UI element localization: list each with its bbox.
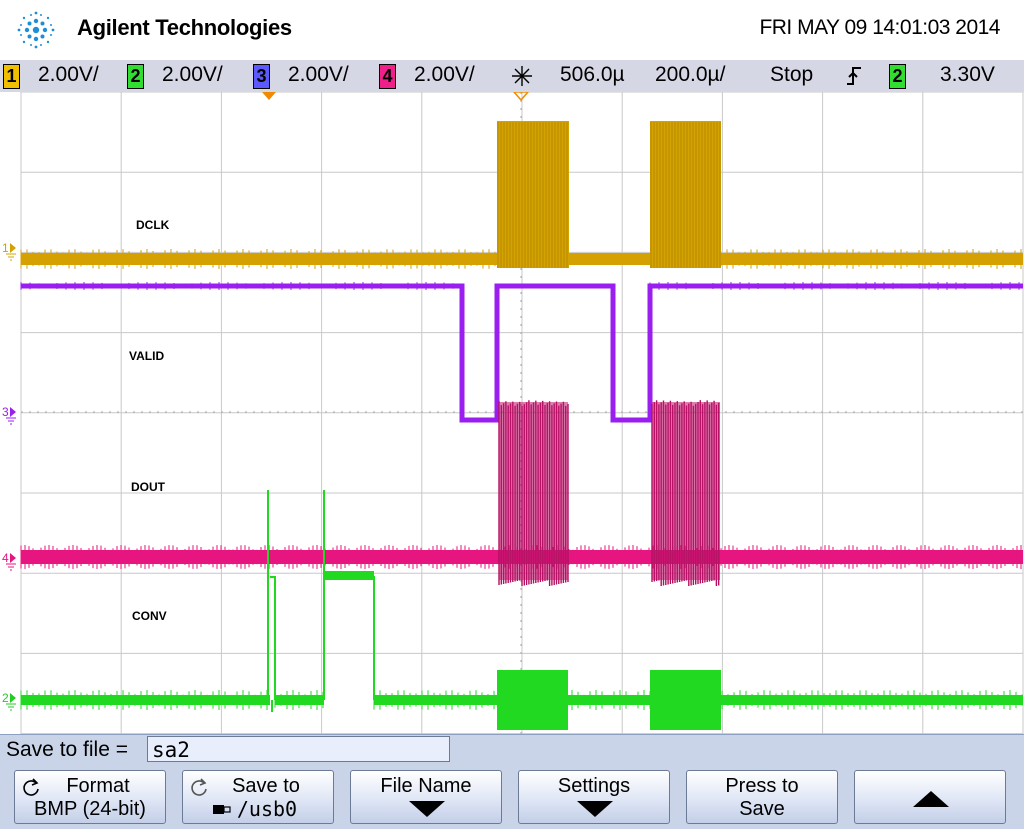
filename-field[interactable]: sa2 [147, 736, 450, 762]
conv-high [324, 571, 374, 580]
rising-edge-icon [847, 67, 861, 85]
settings-label: Settings [557, 775, 631, 797]
title-bar: Agilent Technologies FRI MAY 09 14:01:03… [0, 0, 1024, 60]
status-line: 1 2.00V/ 2 2.00V/ 3 2.00V/ 4 2.00V/ 506.… [0, 60, 1024, 92]
save-to-path: /usb0 [236, 797, 298, 821]
conv-burst [650, 670, 721, 730]
channel-3-ground-marker: 3 [2, 405, 9, 419]
conv-label: CONV [132, 609, 167, 623]
run-state: Stop [770, 63, 814, 86]
channel-4-scale: 2.00V/ [414, 63, 475, 86]
date-time: FRI MAY 09 14:01:03 2014 [759, 16, 1000, 39]
back-softkey[interactable] [854, 770, 1006, 824]
press-to-label: Press to [725, 775, 799, 797]
timebase-scale: 200.0µ/ [655, 63, 726, 86]
format-softkey-title: Format [66, 775, 130, 797]
channel-4-badge[interactable]: 4 [379, 64, 396, 89]
save-to-file-label: Save to file = [6, 738, 128, 761]
channel-1-ground-marker: 1 [2, 241, 9, 255]
trigger-level-marker [262, 92, 276, 100]
valid-label: VALID [129, 349, 165, 363]
format-softkey-value: BMP (24-bit) [34, 798, 146, 820]
arrow-down-icon [577, 801, 613, 817]
dout-burst-fill [499, 402, 568, 580]
channel-2-badge[interactable]: 2 [127, 64, 144, 89]
channel-3-badge[interactable]: 3 [253, 64, 270, 89]
arrow-down-icon [409, 801, 445, 817]
channel-2-ground-marker: 2 [2, 691, 9, 705]
channel-1-scale: 2.00V/ [38, 63, 99, 86]
channel-4-ground-marker-arrow [10, 553, 16, 563]
trigger-delay: 506.0µ [560, 63, 625, 86]
trigger-position-icon [512, 66, 532, 86]
channel-2-ground-marker-arrow [10, 693, 16, 703]
trigger-source-badge[interactable]: 2 [889, 64, 906, 89]
file-name-label: File Name [380, 775, 472, 797]
press-to-save-softkey[interactable]: Press to Save [686, 770, 838, 824]
waveform-svg: 1 3 4 2 [2, 92, 1024, 734]
save-label: Save [739, 798, 785, 820]
usb-drive-icon [213, 805, 231, 814]
channel-3-scale: 2.00V/ [288, 63, 349, 86]
dclk-trace [721, 253, 1023, 265]
conv-pulse [267, 490, 276, 712]
save-to-softkey[interactable]: Save to /usb0 [182, 770, 334, 824]
save-file-row: Save to file = sa2 [0, 734, 1024, 767]
dclk-burst-texture [497, 122, 721, 268]
dclk-label: DCLK [136, 218, 170, 232]
brand-name: Agilent Technologies [77, 15, 292, 40]
dclk-burst [650, 121, 721, 268]
trigger-level: 3.30V [940, 63, 995, 86]
format-softkey[interactable]: Format BMP (24-bit) [14, 770, 166, 824]
dout-label: DOUT [131, 480, 165, 494]
save-to-title: Save to [232, 775, 300, 797]
agilent-logo-icon [17, 11, 55, 49]
channel-2-scale: 2.00V/ [162, 63, 223, 86]
channel-4-ground-marker: 4 [2, 551, 9, 565]
dout-burst-fill [652, 402, 720, 580]
arrow-up-icon [913, 791, 949, 807]
softkey-bar: Format BMP (24-bit) Save to /usb0 File N… [0, 767, 1024, 829]
settings-softkey[interactable]: Settings [518, 770, 670, 824]
conv-pulse [323, 490, 375, 700]
channel-1-badge[interactable]: 1 [3, 64, 20, 89]
channel-1-ground-marker-arrow [10, 243, 16, 253]
conv-burst [497, 670, 568, 730]
waveform-display: 1 3 4 2 DCLK VALID DOUT CONV [0, 92, 1024, 734]
dclk-trace [21, 253, 497, 265]
conv-trace [21, 695, 270, 705]
dclk-trace [569, 253, 650, 265]
channel-3-ground-marker-arrow [10, 407, 16, 417]
file-name-softkey[interactable]: File Name [350, 770, 502, 824]
